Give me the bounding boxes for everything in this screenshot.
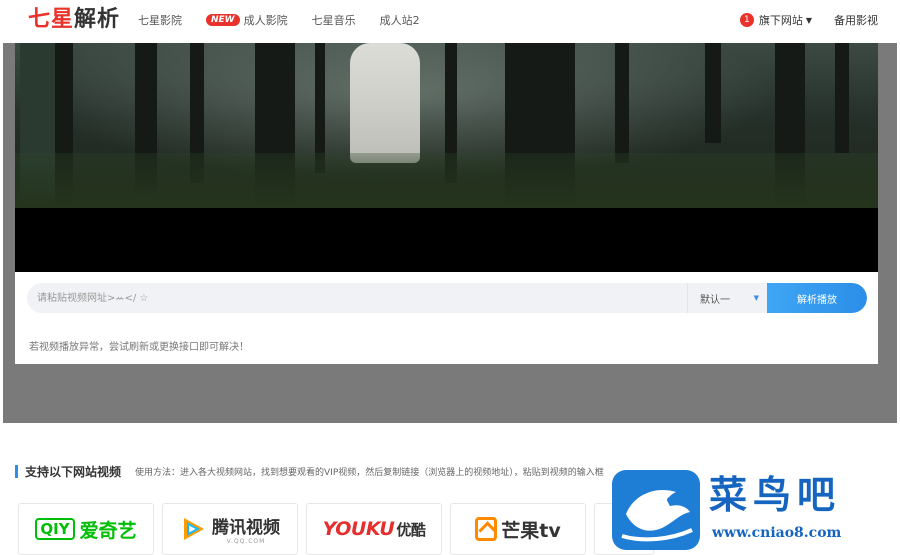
youku-logo-en: YOUKU <box>322 518 395 540</box>
nav-link-qixing-music[interactable]: 七星音乐 <box>312 12 356 28</box>
mango-icon <box>475 517 498 541</box>
supported-sites-list: QIY 爱奇艺 腾讯视频 V.QQ.COM YOUKU 优酷 芒果tv <box>18 503 662 555</box>
playback-hint: 若视频播放异常，尝试刷新或更换接口即可解决！ <box>29 342 249 353</box>
top-nav: 七星解析 七星影院 NEW 成人影院 七星音乐 成人站2 1 旗下网站 ▼ 备用影… <box>0 0 900 40</box>
iqiyi-logo: QIY 爱奇艺 <box>35 516 137 543</box>
watermark-url: www.cniao8.com <box>712 525 842 541</box>
url-form: 默认一 ▼ 解析播放 <box>27 283 867 313</box>
site-logo[interactable]: 七星解析 <box>28 6 120 34</box>
logo-dark-part: 解析 <box>74 7 121 32</box>
parse-panel: 默认一 ▼ 解析播放 若视频播放异常，尝试刷新或更换接口即可解决！ <box>15 272 878 364</box>
caret-down-icon: ▼ <box>753 294 759 302</box>
nav-link-label: 七星影院 <box>138 14 182 27</box>
section-description: 使用方法：进入各大视频网站，找到想要观看的VIP视频，然后复制链接（浏览器上的视… <box>135 468 604 478</box>
mango-logo-text: 芒果tv <box>501 519 561 542</box>
nav-links: 七星影院 NEW 成人影院 七星音乐 成人站2 <box>138 0 444 40</box>
our-sites-label: 旗下网站 <box>758 14 803 27</box>
new-badge: NEW <box>206 14 240 26</box>
count-badge: 1 <box>739 13 754 27</box>
site-iqiyi[interactable]: QIY 爱奇艺 <box>18 503 154 555</box>
section-accent-bar <box>15 465 18 478</box>
nav-link-label: 七星音乐 <box>311 14 356 27</box>
iqiyi-logo-text: 爱奇艺 <box>79 519 137 542</box>
nav-link-label: 成人站2 <box>379 14 420 27</box>
nav-link-label: 成人影院 <box>243 14 288 27</box>
youku-logo: YOUKU 优酷 <box>323 518 426 540</box>
nav-right: 1 旗下网站 ▼ 备用影视 <box>718 0 878 40</box>
video-url-input[interactable] <box>27 283 687 313</box>
site-tencent-video[interactable]: 腾讯视频 V.QQ.COM <box>162 503 298 555</box>
parse-play-button[interactable]: 解析播放 <box>767 283 867 313</box>
tencent-video-logo: 腾讯视频 V.QQ.COM <box>180 513 280 545</box>
nav-link-adult-site-2[interactable]: 成人站2 <box>380 12 420 28</box>
site-mango-tv[interactable]: 芒果tv <box>450 503 586 555</box>
video-player[interactable] <box>15 43 878 272</box>
nav-link-adult-cinema[interactable]: NEW 成人影院 <box>206 12 288 28</box>
nav-link-qixing-cinema[interactable]: 七星影院 <box>138 12 182 28</box>
backup-cinema-link[interactable]: 备用影视 <box>834 12 878 28</box>
tencent-logo-text: 腾讯视频 <box>212 518 280 538</box>
video-frame-forest <box>15 43 878 208</box>
youku-logo-zh: 优酷 <box>396 521 426 539</box>
iqiyi-logo-box: QIY <box>35 518 75 540</box>
watermark: 菜鸟吧 www.cniao8.com <box>612 470 897 550</box>
video-figure <box>350 43 420 163</box>
interface-select[interactable]: 默认一 ▼ <box>687 283 767 313</box>
supported-sites-header: 支持以下网站视频 使用方法：进入各大视频网站，找到想要观看的VIP视频，然后复制… <box>15 463 604 480</box>
our-sites-dropdown[interactable]: 1 旗下网站 ▼ <box>739 12 812 28</box>
tencent-logo-sub: V.QQ.COM <box>226 538 266 545</box>
logo-red-part: 七星 <box>28 7 75 32</box>
tencent-play-icon <box>184 518 204 540</box>
bird-logo-icon <box>612 470 700 550</box>
mango-tv-logo: 芒果tv <box>475 516 561 543</box>
backup-cinema-label: 备用影视 <box>834 14 878 27</box>
watermark-text: 菜鸟吧 <box>709 472 842 517</box>
site-youku[interactable]: YOUKU 优酷 <box>306 503 442 555</box>
interface-select-value: 默认一 <box>700 294 730 306</box>
section-title: 支持以下网站视频 <box>25 465 122 479</box>
caret-down-icon: ▼ <box>805 15 812 25</box>
